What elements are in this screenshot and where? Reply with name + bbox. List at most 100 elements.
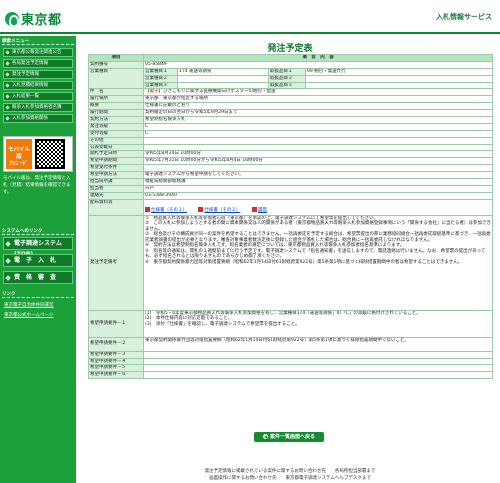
sidebar-item-bureau-schedule[interactable]: 各局発注予定情報: [3, 59, 73, 68]
handled-item-2: [305, 74, 493, 83]
person-value: 宍戸: [143, 184, 493, 193]
sidebar-item-public-notice[interactable]: 東京都公報発注関連公告: [3, 48, 73, 57]
row-label: 開札予定日時: [88, 150, 144, 159]
row-label: 履行期間: [88, 109, 144, 118]
row-label: 希望受付条件: [88, 164, 144, 173]
table-row: 希望申請方法 電子調達システムから希望申請をしてください。: [88, 171, 493, 180]
table-row: 希望申請要件－４: [88, 357, 493, 366]
table-row: 概要 仕様書に記載のとおり: [88, 102, 493, 111]
table-row: 希望申請期間 令和5年7月31日 10時00分から令和5年8月4日 16時00分: [88, 157, 493, 166]
table-row: 希望受付条件: [88, 164, 493, 173]
header: 東京都 入札情報サービス: [0, 0, 500, 34]
service-name: 入札情報サービス: [436, 13, 492, 21]
footer-line-2: 画面操作に関するお問い合わせ先 東京都電子調達システムヘルプデスクまで: [209, 476, 371, 481]
table-header-row: 項目 項 目 内 容: [88, 54, 493, 62]
table-row: 発注等級 C: [88, 122, 493, 131]
arrow-left-icon: ◀: [262, 434, 268, 439]
sidebar-link-qualification-review[interactable]: 資 格 審 査: [3, 271, 73, 284]
table-row: 希望申請要件－１ (1) 令和5・6年度東京都物品買入れ等競争入札参加資格を有し…: [88, 309, 493, 338]
business-type-3: [177, 81, 269, 90]
documents-cell: 仕様書（その１） 仕様書（その２） 図面: [143, 198, 493, 216]
business-type-2: [177, 74, 269, 83]
handled-item-3: [305, 81, 493, 90]
link-tokyo-official-site[interactable]: 東京都公式ホームページ: [4, 312, 53, 318]
row-label: 希望申請要件－４: [88, 357, 144, 366]
application-conditions-value: [143, 164, 493, 173]
business-type-1: 174 運送等請負: [177, 67, 269, 76]
back-to-list-button[interactable]: ◀ 案件一覧画面へ戻る: [254, 432, 324, 442]
requirement-5-value: [143, 364, 493, 373]
table-row: 開札予定日時 令和5年8月24日 10時00分: [88, 150, 493, 159]
sidebar-item-results-list[interactable]: 入札結果一覧: [3, 92, 73, 101]
row-label: 発注予定備考: [88, 214, 144, 311]
row-label: 希望申請要件－６: [88, 371, 144, 380]
col-header-content: 項 目 内 容: [143, 54, 493, 62]
requirement-6-value: [143, 371, 493, 380]
table-row: 希望申請要件－２ 東京都契約関係暴力団等対策措置要綱（昭和62年1月14日付61…: [88, 336, 493, 352]
row-label: 営業種目: [88, 67, 144, 90]
back-button-label: 案件一覧画面へ戻る: [269, 434, 315, 440]
requirement-4-value: [143, 357, 493, 366]
footer: 発注予定情報に掲載されている案件に関するお問い合わせ先 各局所担当部署まで 画面…: [84, 468, 496, 482]
subject-value: 【電子】ひきこもりに関する医療機関向けポスターの梱包・配送: [143, 88, 493, 97]
mobile-note: モバイル版は、発注予定情報と入札（見積）結果情報を確認できます。: [3, 176, 71, 195]
footer-line-1: 発注予定情報に掲載されている案件に関するお問い合わせ先 各局所担当部署まで: [204, 469, 376, 474]
doc-link-spec-1[interactable]: 仕様書（その１）: [151, 208, 187, 213]
table-row: 営業種目２ 取扱品目２: [89, 74, 493, 83]
table-row: 営業種目３ 取扱品目３: [89, 81, 493, 90]
requirement-1-value: (1) 令和5・6年度東京都物品買入れ等競争入札参加資格を有し、営業種目174「…: [143, 309, 493, 338]
table-row: 件 名 【電子】ひきこもりに関する医療機関向けポスターの梱包・配送: [88, 88, 493, 97]
table-row: 希望申請要件－６: [88, 371, 493, 380]
doc-link-spec-2[interactable]: 仕様書（その２）: [204, 208, 240, 213]
table-row: 連絡先 03-5388-3940: [88, 191, 493, 200]
handled-item-1: 09 梱包・発送代行: [305, 67, 493, 76]
sub-label: 取扱品目１: [268, 67, 306, 76]
table-row: 担当局所課 福祉局総務部総務課: [88, 178, 493, 186]
doc-link-drawing[interactable]: 図面: [258, 208, 267, 213]
place-value: 東京都 東京都が指定する場所: [143, 95, 493, 104]
pdf-icon: [198, 206, 204, 212]
table-row: 契約番号 05-85849: [88, 60, 493, 69]
table-row: 担当者 宍戸: [88, 184, 493, 193]
row-label: 公表受載日: [88, 143, 144, 152]
sidebar-link-e-bidding[interactable]: 電 子 入 札: [3, 254, 73, 267]
sidebar-heading-system: システムへのリンク: [2, 228, 74, 235]
row-label: 発注等級: [88, 122, 144, 131]
table-row: 営業種目 営業種目１ 174 運送等請負 取扱品目１ 09 梱包・発送代行: [88, 67, 493, 90]
sidebar-item-qualified-list[interactable]: 競争入札参加資格者名簿: [3, 103, 73, 112]
notes-value: ① 物品買入れ等競争入札等参加者心得（東京都）を承認の上、電子調達システムにて希…: [143, 214, 493, 311]
sidebar: 検索メニュー 東京都公報発注関連公告 各局発注予定情報 発注予定情報 入札見積結…: [0, 36, 76, 483]
page-title: 発注予定表: [267, 44, 313, 54]
row-label: 件 名: [88, 88, 144, 97]
logo-text: 東京都: [21, 13, 62, 28]
mobile-banner[interactable]: モバイル版 ｱﾝｺ ｰﾄﾞ: [3, 136, 73, 172]
requirement-2-value: 東京都契約関係暴力団等対策措置要綱（昭和62年1月14日付61財経庶第922号）…: [143, 336, 493, 352]
qr-code-icon: [35, 139, 65, 169]
issuer-grade-value: C: [143, 122, 493, 131]
row-label: 契約方法: [88, 116, 144, 124]
outline-value: 仕様書に記載のとおり: [143, 102, 493, 111]
contract-number: 05-85849: [143, 60, 493, 69]
sidebar-item-qualification[interactable]: 入札参加資格関係: [3, 114, 73, 123]
table-row: 希望申請要件－５: [88, 364, 493, 373]
sidebar-link-procurement-top[interactable]: 電子調達システム(TOP): [3, 237, 73, 258]
sidebar-item-order-schedule[interactable]: 発注予定情報: [3, 70, 73, 79]
sub-label: 営業種目３: [143, 81, 178, 90]
row-label: その他: [88, 136, 144, 145]
electronic-tag: 【電子】: [145, 89, 163, 95]
department-value: 福祉局総務部総務課: [143, 178, 493, 186]
application-period-value: 令和5年7月31日 10時00分から令和5年8月4日 16時00分: [143, 157, 493, 166]
tokyo-logo[interactable]: 東京都: [5, 9, 62, 28]
sidebar-item-bid-results[interactable]: 入札見積結果情報: [3, 81, 73, 90]
link-joint-operation[interactable]: 東京電子自治体共同運営: [4, 302, 54, 308]
mobile-tag-text: ｱﾝｺ ｰﾄﾞ: [9, 161, 29, 167]
row-label: 契約番号: [88, 60, 144, 69]
mobile-label: モバイル版 ｱﾝｺ ｰﾄﾞ: [6, 139, 32, 169]
requirement-3-value: [143, 350, 493, 359]
subject-text: ひきこもりに関する医療機関向けポスターの梱包・配送: [163, 89, 276, 95]
row-label: 配布資料等: [88, 198, 144, 216]
receipt-grade-value: C: [143, 129, 493, 138]
sub-label: 取扱品目２: [268, 74, 306, 83]
pdf-icon: [145, 206, 150, 212]
row-label: 受付等級: [88, 129, 144, 138]
